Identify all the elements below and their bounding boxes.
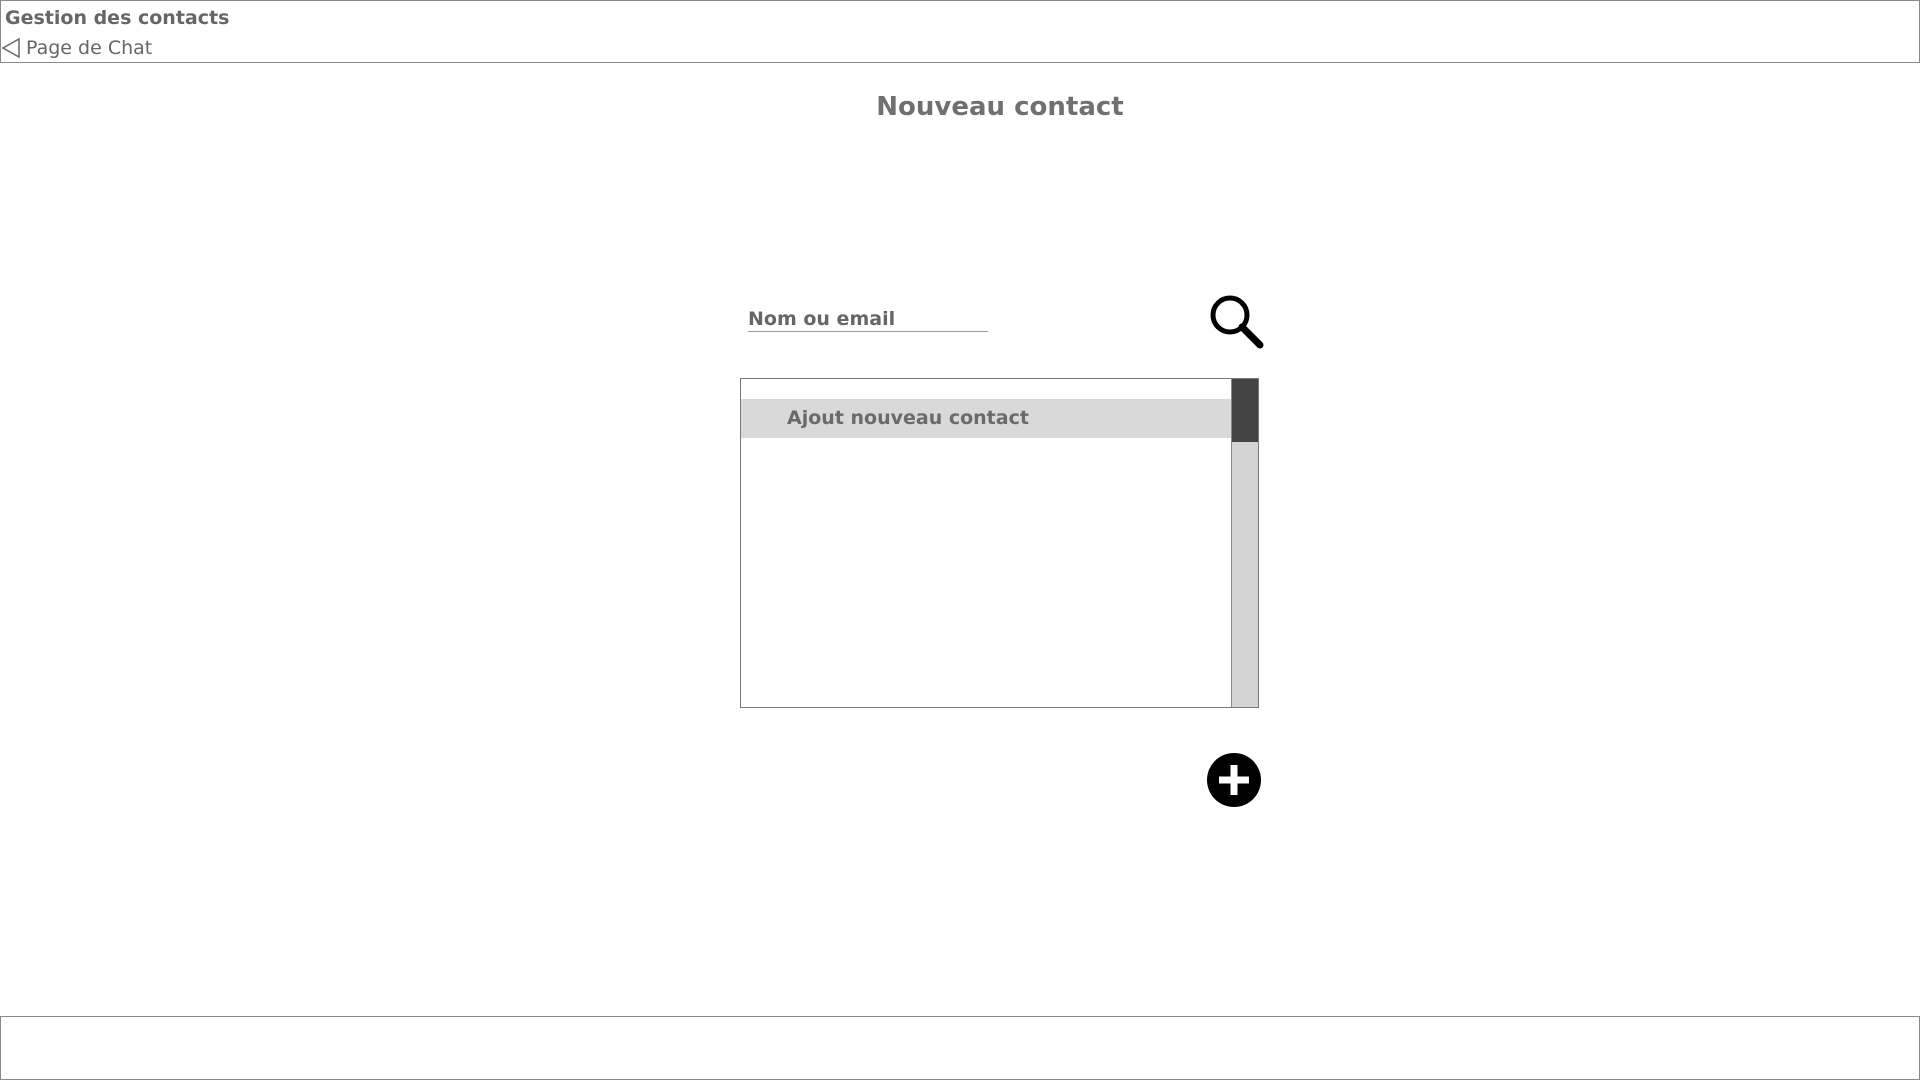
search-icon [1207,295,1265,354]
search-button[interactable] [1207,292,1265,350]
back-link-label: Page de Chat [26,37,153,59]
back-link[interactable]: Page de Chat [1,37,152,59]
triangle-left-icon [1,37,21,59]
add-contact-button[interactable] [1206,752,1262,808]
app-header: Gestion des contacts Page de Chat [0,0,1920,63]
list-item-label: Ajout nouveau contact [787,407,1029,429]
scrollbar[interactable] [1231,379,1258,707]
app-title: Gestion des contacts [5,7,230,29]
contact-list[interactable]: Ajout nouveau contact [740,378,1259,708]
page-title: Nouveau contact [876,92,1124,122]
scrollbar-thumb[interactable] [1232,379,1258,442]
search-input[interactable] [748,306,988,332]
list-item-add-new-contact[interactable]: Ajout nouveau contact [741,399,1232,438]
app-footer [0,1016,1920,1080]
plus-circle-icon [1206,753,1262,812]
